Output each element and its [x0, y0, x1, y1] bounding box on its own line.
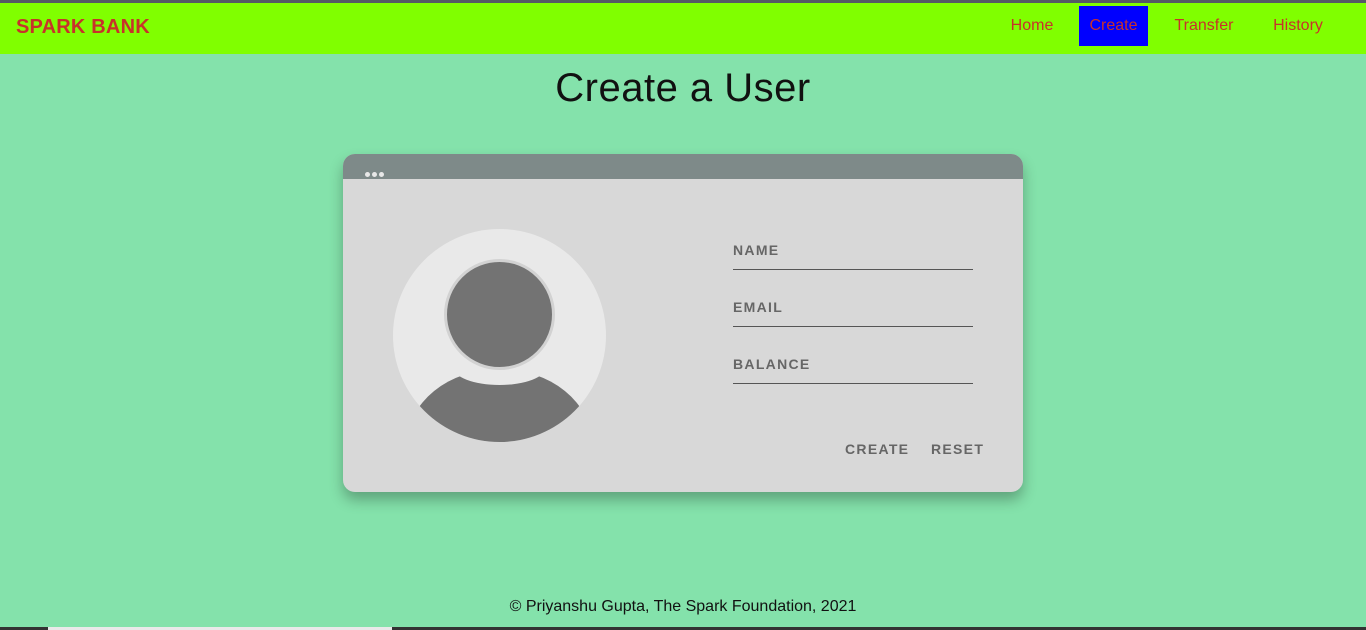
dot: [372, 172, 377, 177]
dot: [365, 172, 370, 177]
email-input[interactable]: [733, 288, 973, 327]
balance-input[interactable]: [733, 345, 973, 384]
dot: [379, 172, 384, 177]
card-title-bar: [343, 154, 1023, 179]
nav-home-link[interactable]: Home: [1000, 6, 1064, 46]
user-avatar-icon: [393, 229, 606, 442]
email-field-wrapper: [733, 288, 973, 328]
page-title: Create a User: [555, 66, 811, 110]
footer-copyright: © Priyanshu Gupta, The Spark Foundation,…: [509, 598, 857, 615]
reset-button[interactable]: RESET: [931, 441, 984, 457]
create-user-card: CREATE RESET: [343, 154, 1023, 492]
brand-logo[interactable]: SPARK BANK: [16, 16, 150, 39]
nav-create-link[interactable]: Create: [1079, 6, 1148, 46]
create-button[interactable]: CREATE: [845, 441, 909, 457]
balance-field-wrapper: [733, 345, 973, 385]
nav-history-link[interactable]: History: [1260, 6, 1336, 46]
name-field-wrapper: [733, 231, 973, 271]
more-dots-icon: [365, 164, 386, 182]
name-input[interactable]: [733, 231, 973, 270]
avatar-head-shape: [444, 259, 555, 370]
nav-transfer-link[interactable]: Transfer: [1162, 6, 1246, 46]
navbar: SPARK BANK Home Create Transfer History: [0, 3, 1366, 54]
